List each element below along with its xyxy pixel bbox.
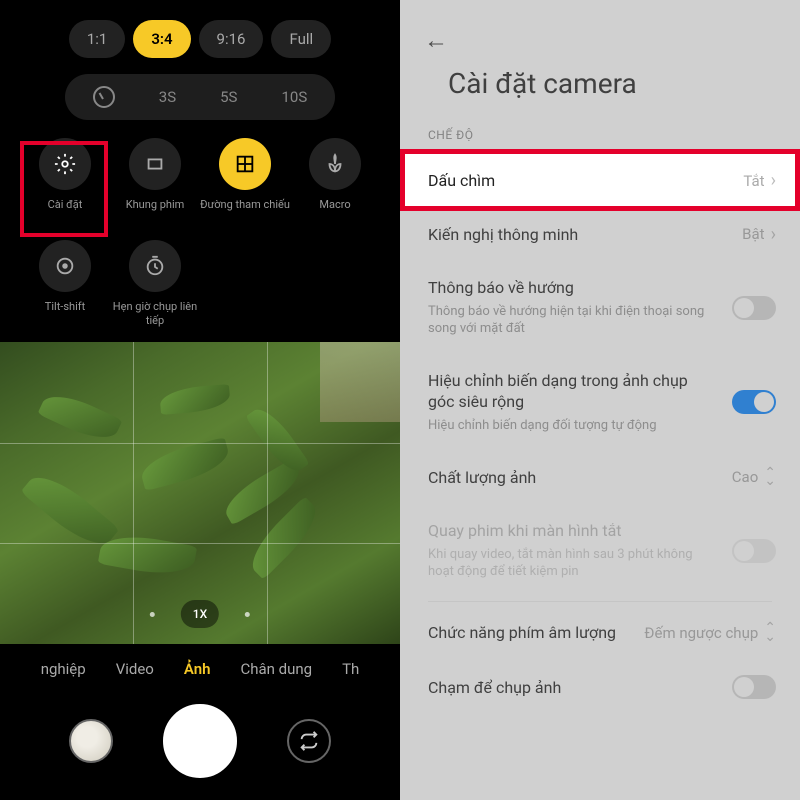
setting-watermark[interactable]: Dấu chìm Tắt› (400, 154, 800, 208)
toggle-screen-off (732, 539, 776, 563)
camera-viewfinder[interactable]: 1X (0, 342, 400, 644)
timer-3s[interactable]: 3S (137, 80, 198, 114)
chevron-right-icon: › (771, 224, 776, 245)
toggle-tap-shoot[interactable] (732, 675, 776, 699)
switch-camera-icon (298, 730, 320, 752)
camera-mode-row[interactable]: nghiệp Video Ảnh Chân dung Th (0, 644, 400, 692)
option-interval[interactable]: Hẹn giờ chụp liên tiếp (110, 240, 200, 328)
zoom-tele-dot[interactable] (245, 612, 250, 617)
target-icon (54, 255, 76, 277)
updown-icon: ⌃⌄ (764, 469, 776, 486)
option-settings[interactable]: Cài đặt (20, 138, 110, 226)
setting-record-screen-off: Quay phim khi màn hình tắt Khi quay vide… (400, 504, 800, 597)
setting-orientation-notice[interactable]: Thông báo về hướng Thông báo về hướng hi… (400, 261, 800, 354)
setting-tap-to-shoot[interactable]: Chạm để chụp ảnh (400, 659, 800, 715)
frame-icon (144, 153, 166, 175)
ratio-1-1[interactable]: 1:1 (69, 20, 126, 58)
zoom-wide-dot[interactable] (150, 612, 155, 617)
timer-10s[interactable]: 10S (259, 80, 329, 114)
option-macro[interactable]: Macro (290, 138, 380, 226)
mode-pro[interactable]: nghiệp (41, 660, 86, 678)
camera-panel: 1:1 3:4 9:16 Full 3S 5S 10S Cài đặt (0, 0, 400, 800)
settings-title: Cài đặt camera (400, 61, 800, 124)
ratio-full[interactable]: Full (271, 20, 331, 58)
shutter-button[interactable] (163, 704, 237, 778)
ratio-3-4[interactable]: 3:4 (133, 20, 190, 58)
shutter-row (0, 692, 400, 800)
updown-icon: ⌃⌄ (764, 624, 776, 641)
clock-icon (93, 86, 115, 108)
option-tiltshift[interactable]: Tilt-shift (20, 240, 110, 328)
setting-volume-key[interactable]: Chức năng phím âm lượng Đếm ngược chụp⌃⌄ (400, 606, 800, 660)
settings-panel: ← Cài đặt camera CHẾ ĐỘ Dấu chìm Tắt› Ki… (400, 0, 800, 800)
mode-video[interactable]: Video (116, 660, 154, 678)
macro-icon (324, 153, 346, 175)
zoom-controls[interactable]: 1X (150, 600, 250, 628)
timer-off[interactable] (71, 78, 137, 116)
switch-camera-button[interactable] (287, 719, 331, 763)
aspect-ratio-row: 1:1 3:4 9:16 Full (0, 0, 400, 68)
divider (428, 601, 772, 602)
mode-portrait[interactable]: Chân dung (240, 660, 312, 678)
toggle-ultrawide[interactable] (732, 390, 776, 414)
mode-photo[interactable]: Ảnh (184, 660, 211, 678)
ratio-9-16[interactable]: 9:16 (199, 20, 264, 58)
setting-image-quality[interactable]: Chất lượng ảnh Cao⌃⌄ (400, 451, 800, 505)
setting-ultrawide-correction[interactable]: Hiệu chỉnh biến dạng trong ảnh chụp góc … (400, 354, 800, 451)
interval-timer-icon (144, 255, 166, 277)
timer-row: 3S 5S 10S (0, 68, 400, 138)
toggle-orientation[interactable] (732, 296, 776, 320)
gear-icon (54, 153, 76, 175)
back-button[interactable]: ← (424, 26, 448, 54)
chevron-right-icon: › (771, 170, 776, 191)
grid-icon (234, 153, 256, 175)
gallery-thumbnail[interactable] (69, 719, 113, 763)
section-mode-label: CHẾ ĐỘ (400, 124, 800, 154)
timer-5s[interactable]: 5S (198, 80, 259, 114)
option-frame[interactable]: Khung phim (110, 138, 200, 226)
option-gridlines[interactable]: Đường tham chiếu (200, 138, 290, 226)
camera-options-grid: Cài đặt Khung phim Đường tham chiếu Macr… (0, 138, 400, 342)
setting-smart-suggestion[interactable]: Kiến nghị thông minh Bật› (400, 208, 800, 262)
mode-more[interactable]: Th (342, 660, 359, 678)
zoom-current[interactable]: 1X (181, 600, 219, 628)
